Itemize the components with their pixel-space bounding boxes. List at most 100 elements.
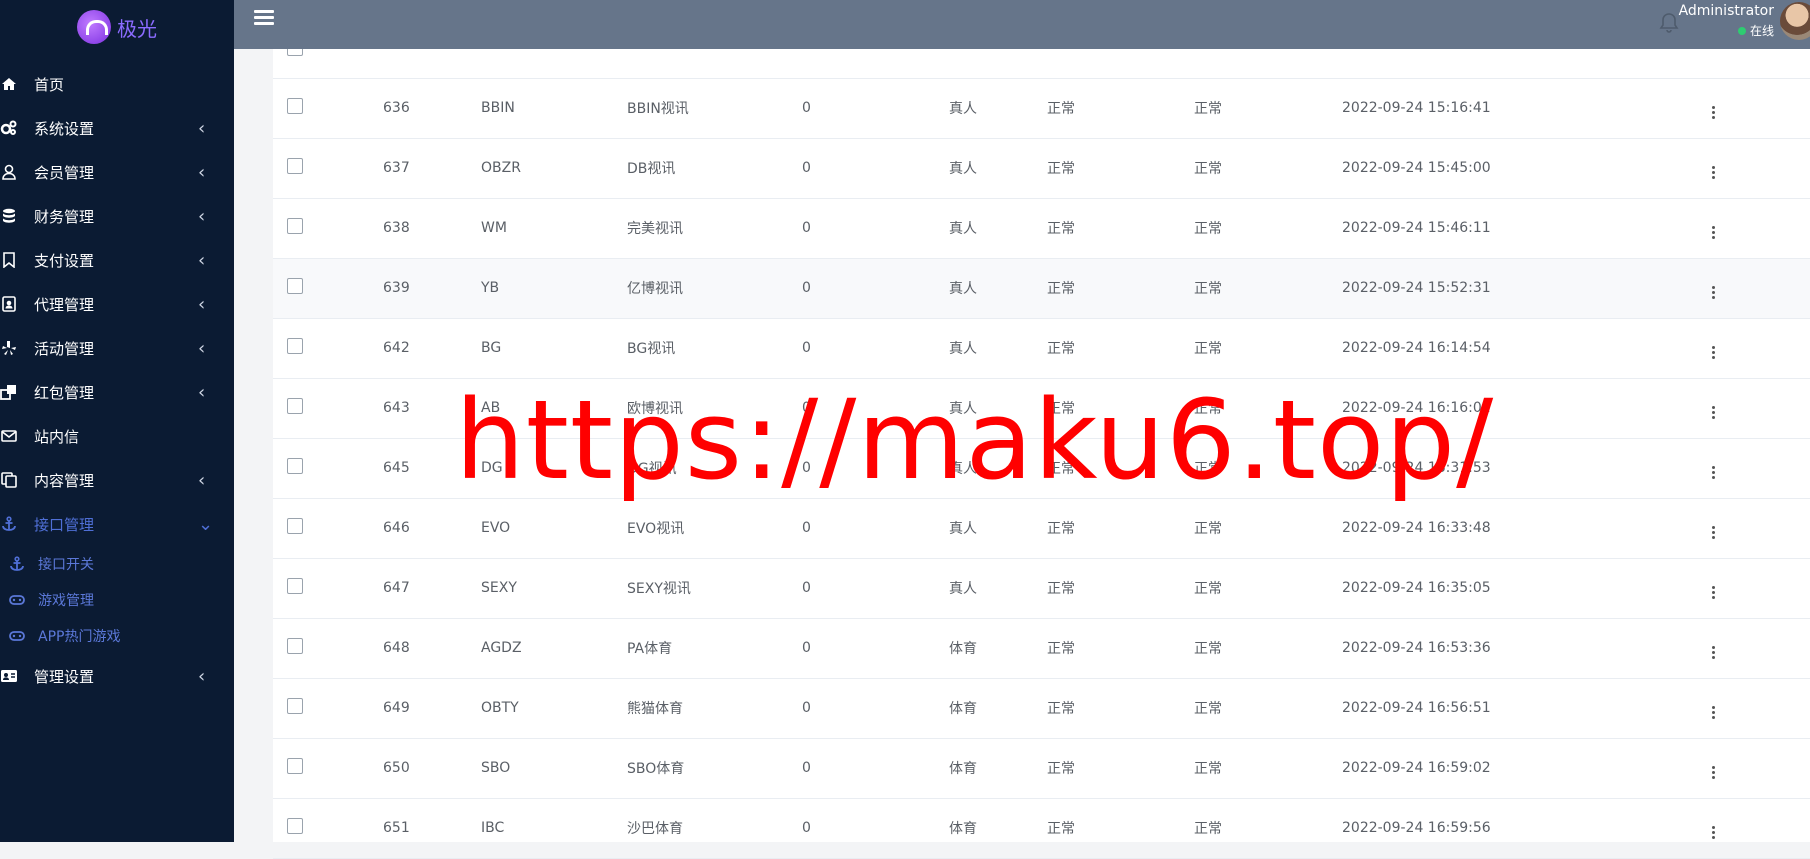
table-row[interactable]: 636 BBIN BBIN视讯 0 真人 正常 正常 2022-09-24 15:16:41 [273,78,1810,138]
table-row[interactable]: 637 OBZR DB视讯 0 真人 正常 正常 2022-09-24 15:45:00 [273,138,1810,198]
menu-toggle-icon[interactable] [254,10,274,26]
cell-code: WM [481,220,507,236]
sidebar-subitem-label: APP热门游戏 [38,629,121,645]
row-actions-icon[interactable] [1712,706,1715,719]
sidebar-subitem-label: 接口开关 [38,557,94,573]
sidebar-subitem-1[interactable]: 游戏管理 [0,582,234,618]
cell-name: EVO视讯 [627,521,685,537]
cell-status1: 正常 [1047,701,1075,717]
sidebar-item-1[interactable]: 系统设置 ‹ [0,106,234,150]
sidebar-item-6[interactable]: 活动管理 ‹ [0,326,234,370]
sidebar-item-7[interactable]: 红包管理 ‹ [0,370,234,414]
table-row[interactable]: 638 WM 完美视讯 0 真人 正常 正常 2022-09-24 15:46:11 [273,198,1810,258]
cell-id: 647 [383,580,410,596]
cell-name: 欧博视讯 [627,401,683,417]
cell-status1: 正常 [1047,521,1075,537]
cell-status1: 正常 [1047,461,1075,477]
cell-status1: 正常 [1047,341,1075,357]
cell-id: 648 [383,640,410,656]
table-row[interactable]: 645 DG DG视讯 0 真人 正常 正常 2022-09-24 16:31:53 [273,438,1810,498]
row-actions-icon[interactable] [1712,286,1715,299]
row-checkbox[interactable] [287,158,303,174]
cell-type: 体育 [949,761,977,777]
table-row[interactable]: 651 IBC 沙巴体育 0 体育 正常 正常 2022-09-24 16:59:56 [273,798,1810,858]
sidebar-item-label: 会员管理 [34,163,95,182]
row-actions-icon[interactable] [1712,226,1715,239]
cell-id: 643 [383,400,410,416]
sidebar-item-4[interactable]: 支付设置 ‹ [0,238,234,282]
row-checkbox[interactable] [287,278,303,294]
game-interface-table: 636 BBIN BBIN视讯 0 真人 正常 正常 2022-09-24 15:16:41 6… [273,0,1810,859]
row-checkbox[interactable] [287,698,303,714]
chevron-left-icon: ‹ [198,249,206,271]
row-actions-icon[interactable] [1712,586,1715,599]
sidebar-item-0[interactable]: 首页 [0,62,234,106]
cell-code: SEXY [481,580,517,596]
sidebar-subitem-0[interactable]: 接口开关 [0,546,234,582]
row-checkbox[interactable] [287,578,303,594]
row-checkbox[interactable] [287,518,303,534]
row-checkbox[interactable] [287,338,303,354]
table-row[interactable]: 643 AB 欧博视讯 0 真人 正常 正常 2022-09-24 16:16:02 [273,378,1810,438]
chevron-left-icon: ‹ [198,117,206,139]
cell-type: 体育 [949,821,977,837]
table-row[interactable]: 647 SEXY SEXY视讯 0 真人 正常 正常 2022-09-24 16:35:05 [273,558,1810,618]
table-row[interactable]: 650 SBO SBO体育 0 体育 正常 正常 2022-09-24 16:59:02 [273,738,1810,798]
row-actions-icon[interactable] [1712,406,1715,419]
row-actions-icon[interactable] [1712,766,1715,779]
cell-code: AGDZ [481,640,522,656]
brand[interactable]: 极光 [0,0,234,54]
cell-type: 真人 [949,461,977,477]
cell-code: SBO [481,760,511,776]
sidebar-item-2[interactable]: 会员管理 ‹ [0,150,234,194]
table-row[interactable]: 642 BG BG视讯 0 真人 正常 正常 2022-09-24 16:14:54 [273,318,1810,378]
sidebar-subitem-label: 游戏管理 [38,593,94,609]
row-actions-icon[interactable] [1712,826,1715,839]
row-actions-icon[interactable] [1712,646,1715,659]
row-actions-icon[interactable] [1712,466,1715,479]
row-actions-icon[interactable] [1712,106,1715,119]
row-actions-icon[interactable] [1712,166,1715,179]
row-checkbox[interactable] [287,98,303,114]
user-name[interactable]: Administrator [1679,3,1774,19]
cell-time: 2022-09-24 16:35:05 [1342,580,1491,596]
bell-icon[interactable] [1659,12,1679,34]
sidebar-item-8[interactable]: 站内信 [0,414,234,458]
row-checkbox[interactable] [287,818,303,834]
table-row[interactable]: 649 OBTY 熊猫体育 0 体育 正常 正常 2022-09-24 16:56:51 [273,678,1810,738]
cell-status1: 正常 [1047,221,1075,237]
user-icon [0,163,18,181]
chevron-left-icon: ‹ [198,469,206,491]
sidebar-item-3[interactable]: 财务管理 ‹ [0,194,234,238]
sidebar-item-admin-settings[interactable]: 管理设置 ‹ [0,654,234,698]
chevron-left-icon: ‹ [198,337,206,359]
cell-count: 0 [802,580,811,596]
table-row[interactable]: 639 YB 亿博视讯 0 真人 正常 正常 2022-09-24 15:52:31 [273,258,1810,318]
row-checkbox[interactable] [287,458,303,474]
cell-code: IBC [481,820,505,836]
cell-status2: 正常 [1194,101,1222,117]
cell-count: 0 [802,340,811,356]
row-checkbox[interactable] [287,218,303,234]
cell-name: PA体育 [627,641,673,657]
table-row[interactable]: 646 EVO EVO视讯 0 真人 正常 正常 2022-09-24 16:33:48 [273,498,1810,558]
cell-count: 0 [802,460,811,476]
row-checkbox[interactable] [287,398,303,414]
table-row[interactable]: 648 AGDZ PA体育 0 体育 正常 正常 2022-09-24 16:53:36 [273,618,1810,678]
cell-status1: 正常 [1047,761,1075,777]
row-actions-icon[interactable] [1712,346,1715,359]
cell-count: 0 [802,400,811,416]
row-checkbox[interactable] [287,758,303,774]
row-checkbox[interactable] [287,638,303,654]
avatar[interactable] [1780,2,1810,40]
sidebar-item-9[interactable]: 内容管理 ‹ [0,458,234,502]
sidebar: 极光 首页 系统设置 ‹ 会员管理 ‹ 财务管理 ‹ 支付设置 ‹ 代理管理 ‹ 活动管理 ‹ 红包管理 ‹… [0,0,234,842]
cell-count: 0 [802,160,811,176]
sidebar-item-10[interactable]: 接口管理 ⌄ [0,502,234,546]
copy-icon [0,471,18,489]
sidebar-subitem-2[interactable]: APP热门游戏 [0,618,234,654]
row-actions-icon[interactable] [1712,526,1715,539]
sidebar-item-5[interactable]: 代理管理 ‹ [0,282,234,326]
cell-status2: 正常 [1194,341,1222,357]
cell-status2: 正常 [1194,821,1222,837]
